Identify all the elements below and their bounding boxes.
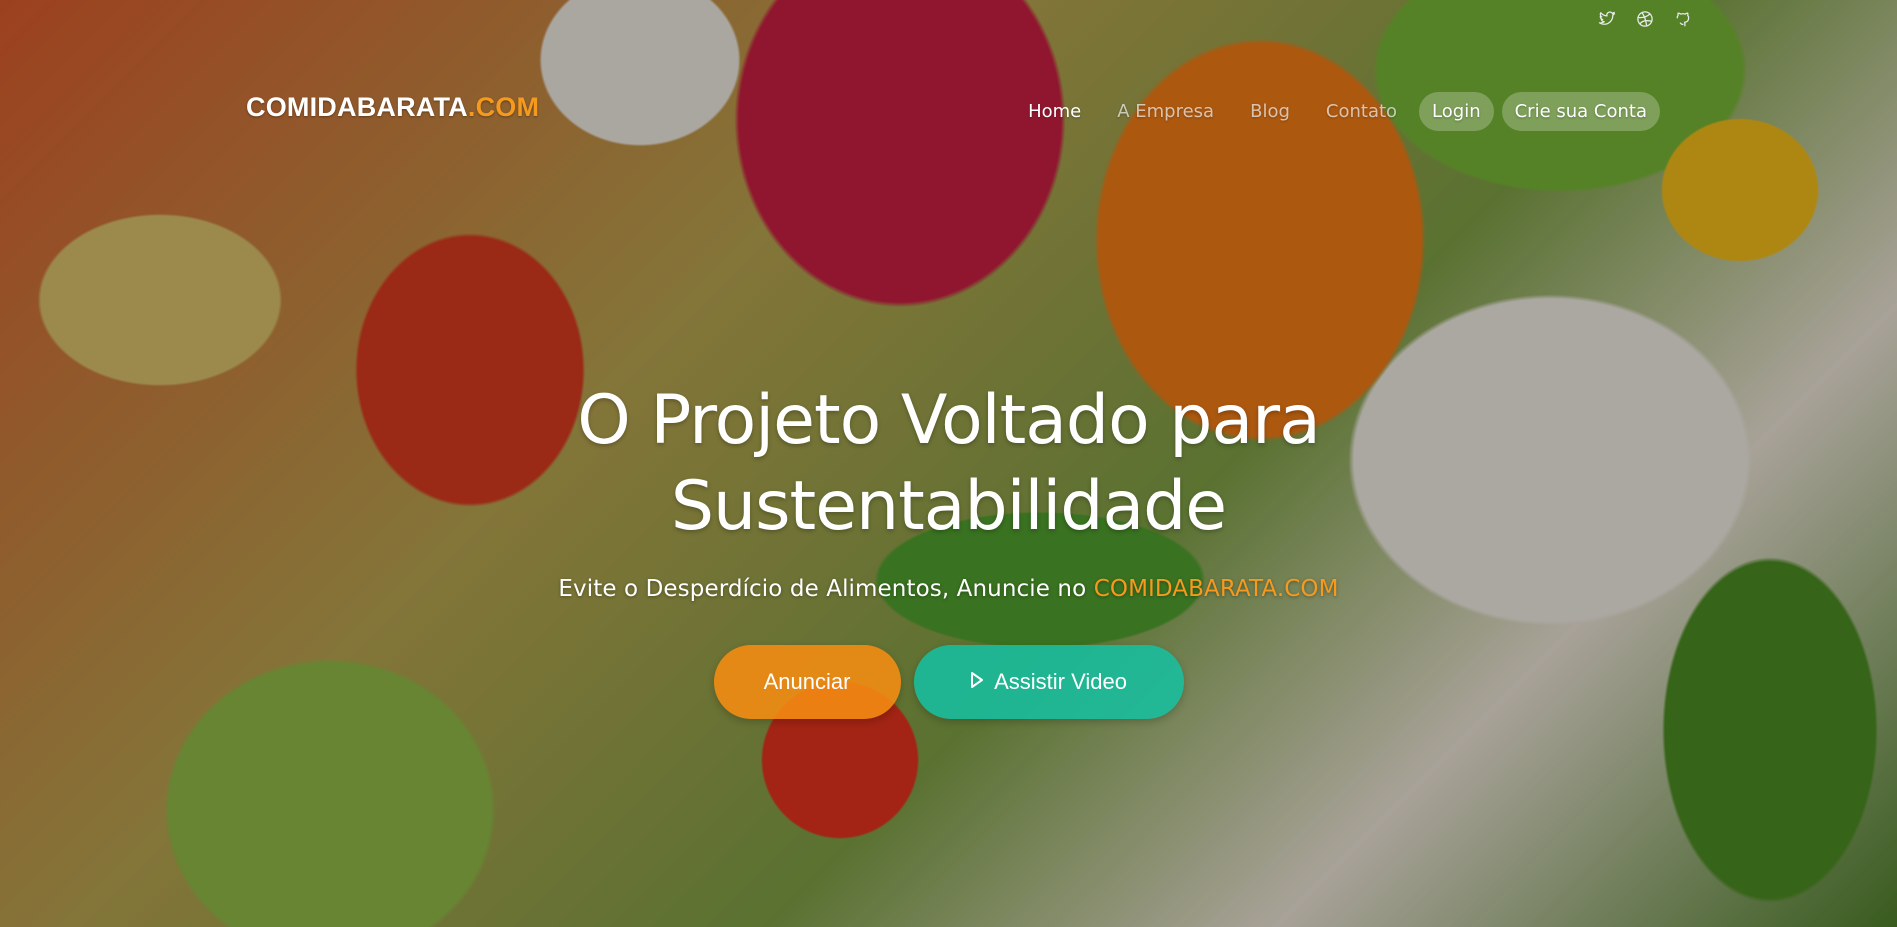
watch-video-label: Assistir Video [994,669,1127,694]
nav-item-empresa[interactable]: A Empresa [1103,91,1228,132]
hero-subtitle: Evite o Desperdício de Alimentos, Anunci… [0,576,1897,602]
twitter-icon[interactable] [1598,10,1616,32]
social-links [1598,10,1692,32]
hero-title-line2: Sustentabilidade [670,467,1227,546]
nav-item-blog[interactable]: Blog [1236,91,1304,132]
nav-item-contato[interactable]: Contato [1312,91,1411,132]
hero-subtitle-text: Evite o Desperdício de Alimentos, Anunci… [558,576,1094,602]
anunciar-button[interactable]: Anunciar [713,645,901,719]
hero-buttons: Anunciar Assistir Video [0,645,1897,719]
watch-video-button[interactable]: Assistir Video [913,645,1184,719]
brand-suffix: .COM [467,92,540,122]
github-icon[interactable] [1674,10,1692,32]
hero-subtitle-highlight: COMIDABARATA.COM [1093,576,1339,602]
nav-item-home[interactable]: Home [1014,91,1095,132]
hero-title: O Projeto Voltado para Sustentabilidade [0,378,1897,550]
hero-content: O Projeto Voltado para Sustentabilidade … [0,378,1897,719]
signup-button[interactable]: Crie sua Conta [1501,92,1660,131]
login-button[interactable]: Login [1419,92,1494,131]
dribbble-icon[interactable] [1636,10,1654,32]
hero-title-line1: O Projeto Voltado para [577,381,1321,460]
brand-name: COMIDABARATA [246,92,468,122]
brand-logo[interactable]: COMIDABARATA.COM [246,92,539,123]
hero-section: COMIDABARATA.COM Home A Empresa Blog Con… [0,0,1897,927]
play-icon [970,669,984,695]
main-nav: Home A Empresa Blog Contato Login Crie s… [1014,91,1660,132]
